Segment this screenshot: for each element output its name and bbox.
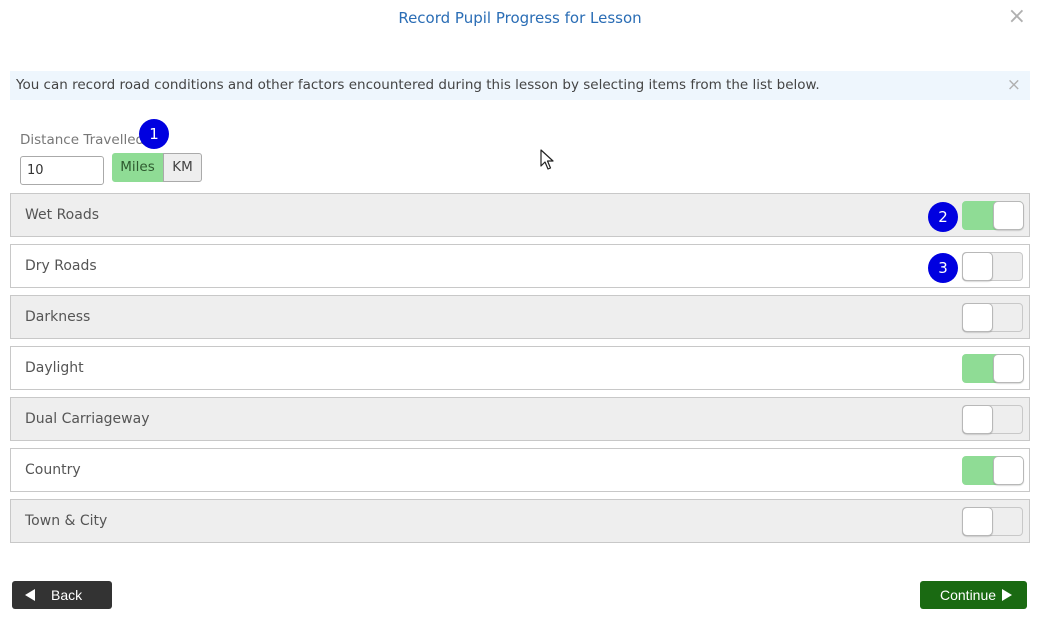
info-banner-text: You can record road conditions and other… — [16, 77, 820, 93]
toggle-knob — [962, 252, 993, 281]
condition-label: Daylight — [25, 360, 84, 376]
condition-label: Dry Roads — [25, 258, 97, 274]
condition-row-country: Country — [10, 448, 1030, 492]
condition-label: Darkness — [25, 309, 91, 325]
condition-label: Dual Carriageway — [25, 411, 150, 427]
modal-title: Record Pupil Progress for Lesson — [398, 9, 642, 27]
continue-button-label: Continue — [940, 587, 997, 603]
step-badge-1: 1 — [139, 119, 169, 149]
distance-label: Distance Travelled — [20, 132, 145, 148]
condition-row-town-city: Town & City — [10, 499, 1030, 543]
unit-km-button[interactable]: KM — [163, 153, 202, 182]
condition-row-darkness: Darkness — [10, 295, 1030, 339]
toggle-knob — [962, 405, 993, 434]
close-icon[interactable]: × — [1008, 5, 1026, 29]
toggle-knob — [962, 303, 993, 332]
conditions-list: Wet Roads 2 Dry Roads 3 Darkness Dayligh… — [10, 193, 1030, 550]
dismiss-banner-icon[interactable]: × — [1007, 71, 1021, 100]
condition-row-dual-carriageway: Dual Carriageway — [10, 397, 1030, 441]
record-progress-modal: Record Pupil Progress for Lesson × You c… — [0, 0, 1040, 620]
unit-miles-button[interactable]: Miles — [112, 153, 163, 182]
back-button-label: Back — [51, 587, 83, 603]
toggle-knob — [993, 354, 1024, 383]
info-banner: You can record road conditions and other… — [10, 71, 1030, 100]
back-button[interactable]: Back — [12, 581, 112, 609]
arrow-left-icon — [25, 589, 35, 601]
toggle-dual-carriageway[interactable] — [962, 405, 1023, 434]
toggle-knob — [993, 201, 1024, 230]
toggle-country[interactable] — [962, 456, 1024, 485]
toggle-daylight[interactable] — [962, 354, 1024, 383]
step-badge-3: 3 — [928, 253, 958, 283]
condition-row-wet-roads: Wet Roads 2 — [10, 193, 1030, 237]
continue-button[interactable]: Continue — [920, 581, 1027, 609]
condition-label: Town & City — [25, 513, 108, 529]
condition-row-daylight: Daylight — [10, 346, 1030, 390]
toggle-town-city[interactable] — [962, 507, 1023, 536]
toggle-knob — [993, 456, 1024, 485]
step-badge-2: 2 — [928, 202, 958, 232]
toggle-darkness[interactable] — [962, 303, 1023, 332]
condition-label: Wet Roads — [25, 207, 99, 223]
toggle-knob — [962, 507, 993, 536]
toggle-wet-roads[interactable] — [962, 201, 1024, 230]
modal-header: Record Pupil Progress for Lesson × — [0, 0, 1040, 40]
mouse-cursor-icon — [540, 149, 554, 170]
condition-label: Country — [25, 462, 81, 478]
condition-row-dry-roads: Dry Roads 3 — [10, 244, 1030, 288]
toggle-dry-roads[interactable] — [962, 252, 1023, 281]
distance-input[interactable] — [20, 156, 104, 185]
arrow-right-icon — [1002, 589, 1012, 601]
